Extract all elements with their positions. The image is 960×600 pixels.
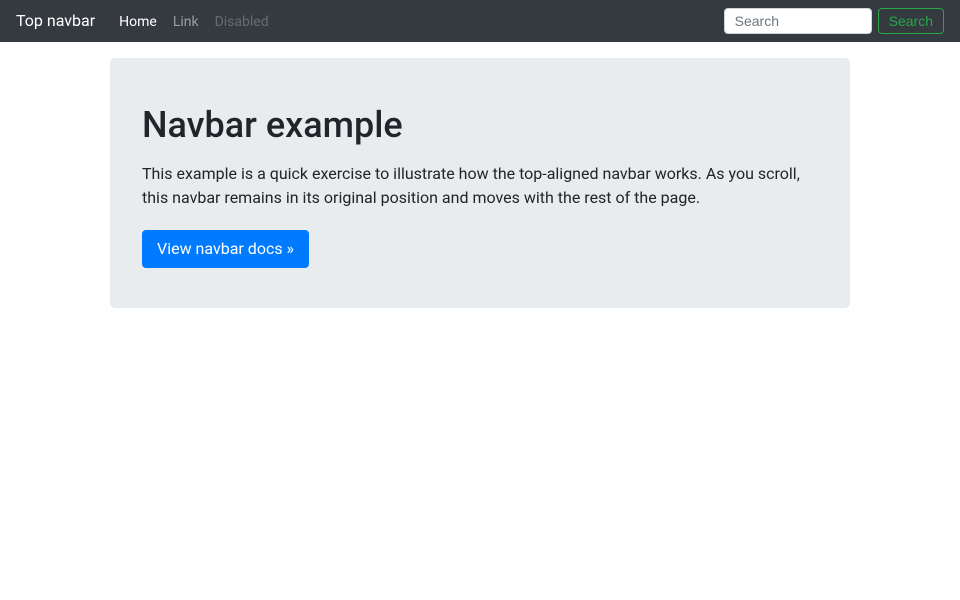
nav-link-home[interactable]: Home [119,14,157,30]
navbar-left: Top navbar Home Link Disabled [16,4,277,38]
nav-link-link[interactable]: Link [173,14,199,30]
navbar-brand[interactable]: Top navbar [16,4,95,38]
nav-item-home: Home [111,4,165,38]
main-content: Navbar example This example is a quick e… [110,42,850,324]
nav-link-disabled: Disabled [215,14,269,30]
view-docs-button[interactable]: View navbar docs » [142,230,309,268]
nav-item-link: Link [165,4,207,38]
top-navbar: Top navbar Home Link Disabled Search [0,0,960,42]
jumbotron: Navbar example This example is a quick e… [110,58,850,308]
nav-item-disabled: Disabled [207,4,277,38]
search-button[interactable]: Search [878,8,944,34]
search-input[interactable] [724,8,872,34]
navbar-search-form: Search [724,8,944,34]
page-lead: This example is a quick exercise to illu… [142,162,818,210]
page-title: Navbar example [142,98,818,152]
navbar-nav: Home Link Disabled [111,4,277,38]
